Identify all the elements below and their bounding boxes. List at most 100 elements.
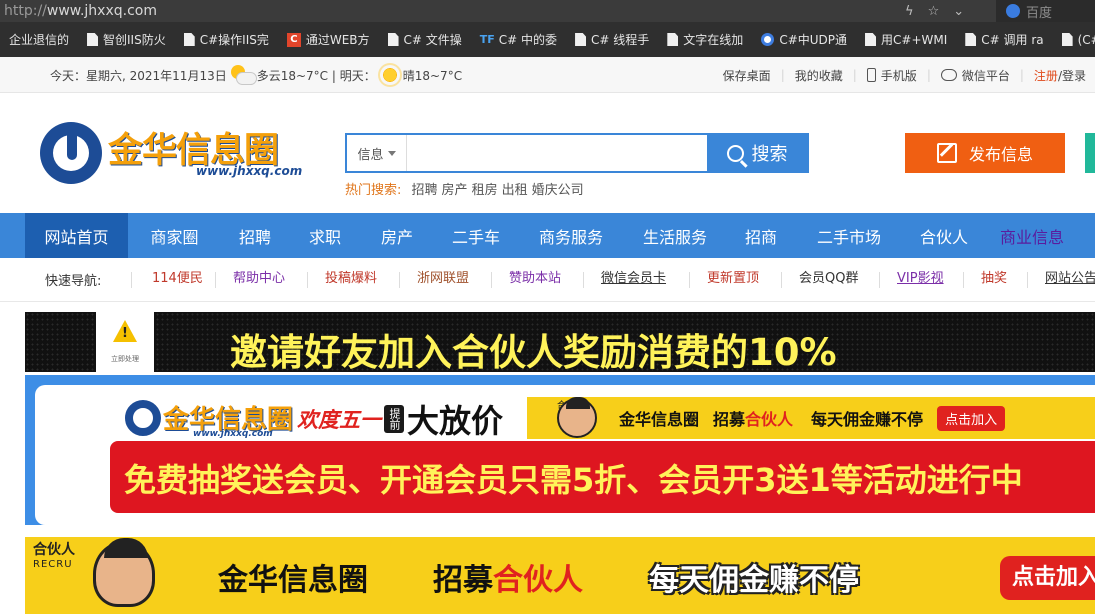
bookmark-label: 企业退信的: [9, 33, 70, 47]
bookmark-item[interactable]: 文字在线加: [658, 22, 752, 57]
search-category-label: 信息: [357, 147, 384, 163]
logo-mark: [40, 122, 102, 184]
search-category-select[interactable]: 信息: [347, 135, 407, 171]
bookmark-item[interactable]: C 通过WEB方: [278, 22, 379, 57]
hot-keyword-link[interactable]: 婚庆公司: [532, 183, 584, 198]
promo-banner[interactable]: 金华信息圈 www.jhxxq.com 欢度五一 提前 大放价 合伙人 金华信息…: [25, 375, 1095, 525]
recruit-site-name: 金华信息圈: [218, 563, 368, 598]
nav-item[interactable]: 生活服务: [623, 213, 727, 258]
holiday-text: 欢度五一: [297, 408, 381, 432]
lightning-icon[interactable]: ϟ: [905, 4, 914, 19]
url-protocol: http://: [4, 3, 47, 19]
search-button[interactable]: 搜索: [707, 135, 807, 171]
main-nav: 网站首页 商家圈 招聘 求职 房产 二手车 商务服务 生活服务 招商 二手市场 合伙人 商业信息: [0, 213, 1095, 258]
bookmark-item[interactable]: 用C#+WMI: [856, 22, 956, 57]
join-button[interactable]: 点击加入: [1000, 556, 1095, 600]
browser-search-box[interactable]: 百度: [996, 0, 1095, 22]
join-button[interactable]: 点击加入: [937, 405, 1006, 431]
divider: [131, 272, 132, 288]
sunny-icon: [379, 65, 400, 85]
nav-item[interactable]: 商业信息: [985, 213, 1079, 258]
recruit-banner[interactable]: 合伙人 RECRU 金华信息圈 招募合伙人 每天佣金赚不停 点击加入: [25, 537, 1095, 614]
invite-banner[interactable]: 立即处理 邀请好友加入合伙人奖励消费的10%: [25, 312, 1095, 372]
hot-keyword-link[interactable]: 租房: [472, 183, 498, 198]
weather-info: 今天：星期六, 2021年11月13日 多云18~7°C | 明天： 晴18~7…: [50, 57, 462, 93]
bookmark-item[interactable]: C# 文件操: [379, 22, 471, 57]
divider: [879, 272, 880, 288]
star-icon[interactable]: ☆: [928, 4, 940, 19]
divider: [963, 272, 964, 288]
quick-nav-link[interactable]: 微信会员卡: [601, 269, 666, 289]
page-icon: [183, 33, 195, 46]
login-link[interactable]: 登录: [1062, 69, 1086, 83]
secondary-button-edge[interactable]: [1085, 133, 1095, 173]
quick-nav-link[interactable]: 更新置顶: [707, 269, 759, 289]
bookmark-item[interactable]: C#中UDP通: [752, 22, 856, 57]
nav-item[interactable]: 房产: [361, 213, 433, 258]
auth-links: 注册/登录: [1024, 67, 1086, 84]
nav-item[interactable]: 求职: [289, 213, 361, 258]
quick-nav-link[interactable]: 会员QQ群: [799, 269, 858, 289]
search-engine-label: 百度: [1026, 5, 1053, 21]
chevron-down-icon[interactable]: ⌄: [953, 4, 964, 19]
url-field[interactable]: http://www.jhxxq.com: [0, 3, 157, 19]
bookmark-label: (C# 查询: [1077, 33, 1095, 47]
divider: [583, 272, 584, 288]
publish-button[interactable]: 发布信息: [905, 133, 1065, 173]
recruit-stripe: 合伙人 金华信息圈 招募合伙人 每天佣金赚不停 点击加入: [527, 397, 1095, 439]
bookmark-item[interactable]: C#操作IIS完: [175, 22, 278, 57]
nav-item[interactable]: 招商: [727, 213, 795, 258]
recruit-title: 招募合伙人: [433, 555, 583, 599]
hot-keyword-link[interactable]: 房产: [442, 183, 468, 198]
quick-nav-link[interactable]: 抽奖: [981, 269, 1007, 289]
top-info-bar: 今天：星期六, 2021年11月13日 多云18~7°C | 明天： 晴18~7…: [0, 57, 1095, 93]
recruit-tag: RECRU: [33, 559, 73, 570]
bookmark-item[interactable]: 智创IIS防火: [78, 22, 175, 57]
bookmark-item[interactable]: 企业退信的: [0, 22, 78, 57]
save-desktop-link[interactable]: 保存桌面: [713, 67, 781, 84]
promo-banner-inner: 金华信息圈 www.jhxxq.com 欢度五一 提前 大放价 合伙人 金华信息…: [35, 385, 1095, 525]
bookmarks-bar: 企业退信的 智创IIS防火 C#操作IIS完 C 通过WEB方 C# 文件操 TF C# 中的…: [0, 22, 1095, 57]
quick-nav-link[interactable]: 投稿爆料: [325, 269, 377, 289]
quick-nav-link[interactable]: VIP影视: [897, 269, 944, 289]
quick-nav-link[interactable]: 114便民: [152, 269, 203, 289]
bookmark-item[interactable]: C# 调用 ra: [956, 22, 1052, 57]
top-links: 保存桌面 | 我的收藏 | 手机版 | 微信平台 | 注册/登录: [713, 57, 1086, 93]
quick-nav-link[interactable]: 赞助本站: [509, 269, 561, 289]
nav-item[interactable]: 商务服务: [519, 213, 623, 258]
logo-domain: www.jhxxq.com: [196, 164, 303, 178]
wechat-platform-link[interactable]: 微信平台: [931, 67, 1020, 84]
nav-item[interactable]: 合伙人: [903, 213, 985, 258]
bookmark-label: C# 线程手: [591, 33, 650, 47]
page-icon: [87, 33, 99, 46]
hot-keyword-link[interactable]: 出租: [502, 183, 528, 198]
divider: [215, 272, 216, 288]
my-favorites-link[interactable]: 我的收藏: [785, 67, 853, 84]
search-input[interactable]: [407, 135, 707, 171]
bookmark-item[interactable]: TF C# 中的委: [471, 22, 566, 57]
bookmark-label: C# 调用 ra: [981, 33, 1044, 47]
bookmark-label: C#操作IIS完: [199, 33, 269, 47]
site-logo[interactable]: 金华信息圈 www.jhxxq.com: [40, 120, 303, 186]
quick-nav-link[interactable]: 帮助中心: [233, 269, 285, 289]
bookmark-item[interactable]: C# 线程手: [566, 22, 658, 57]
chevron-down-icon: [387, 150, 396, 156]
recruit-slogan: 每天佣金赚不停: [811, 410, 924, 429]
promo-logo: 金华信息圈 www.jhxxq.com: [125, 399, 293, 439]
hot-keyword-link[interactable]: 招聘: [412, 183, 438, 198]
quick-nav-link[interactable]: 网站公告: [1045, 269, 1095, 289]
nav-item[interactable]: 招聘: [221, 213, 289, 258]
bookmark-label: 用C#+WMI: [881, 33, 948, 47]
search-icon: [726, 144, 744, 162]
nav-item[interactable]: 网站首页: [25, 213, 128, 258]
mobile-version-link[interactable]: 手机版: [857, 67, 927, 84]
bookmark-item[interactable]: (C# 查询: [1053, 22, 1095, 57]
search-bar: 信息 搜索: [345, 133, 809, 173]
quick-nav-link[interactable]: 浙网联盟: [417, 269, 469, 289]
register-link[interactable]: 注册: [1034, 69, 1058, 83]
nav-item[interactable]: 商家圈: [128, 213, 221, 258]
nav-item[interactable]: 二手市场: [795, 213, 903, 258]
quick-nav: 快速导航: 114便民 帮助中心 投稿爆料 浙网联盟 赞助本站 微信会员卡 更新置顶 会员QQ…: [0, 258, 1095, 302]
invite-banner-text: 邀请好友加入合伙人奖励消费的10%: [230, 331, 837, 372]
nav-item[interactable]: 二手车: [433, 213, 519, 258]
